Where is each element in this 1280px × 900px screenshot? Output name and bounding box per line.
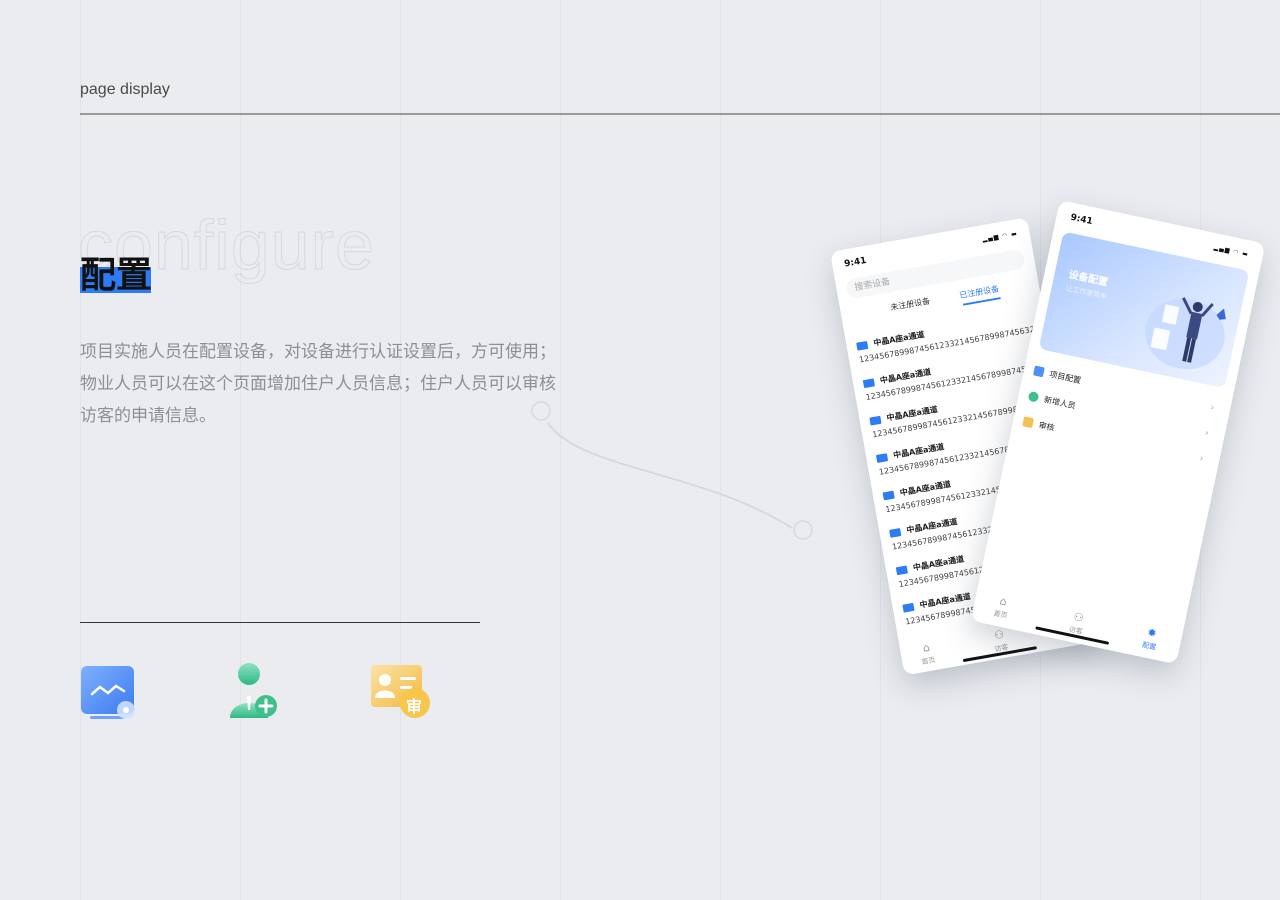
menu-item-label: 新增人员 bbox=[1043, 394, 1077, 411]
status-icons: ▂▄▆ ◠ ▬ bbox=[1213, 244, 1250, 259]
device-icon bbox=[862, 377, 875, 388]
menu-item-label: 审核 bbox=[1037, 420, 1056, 433]
review-card-icon: 审 bbox=[370, 664, 432, 722]
visitor-icon: ⚇ bbox=[1072, 610, 1085, 625]
review-badge-text: 审 bbox=[406, 697, 423, 716]
worker-illustration bbox=[1145, 297, 1226, 370]
device-icon bbox=[902, 602, 915, 613]
device-icon bbox=[856, 340, 869, 351]
home-icon: ⌂ bbox=[998, 594, 1009, 609]
section-divider bbox=[80, 622, 480, 623]
nav-home-label: 首页 bbox=[920, 655, 937, 667]
status-time: 9:41 bbox=[843, 255, 868, 270]
nav-home[interactable]: ⌂ 首页 bbox=[905, 638, 949, 670]
device-icon bbox=[895, 564, 908, 575]
device-icon bbox=[882, 490, 895, 500]
home-icon: ⌂ bbox=[921, 640, 931, 655]
config-gear-icon: ✹ bbox=[1146, 625, 1158, 641]
status-time: 9:41 bbox=[1069, 212, 1094, 228]
status-icons: ▂▄▆ ◠ ▬ bbox=[982, 230, 1019, 244]
device-config-icon bbox=[81, 666, 135, 719]
chevron-right-icon: › bbox=[1209, 402, 1216, 414]
device-icon bbox=[875, 452, 889, 463]
chevron-right-icon: › bbox=[1204, 428, 1210, 439]
bottom-nav: ⌂ 首页 ⚇ 访客 ✹ 配置 bbox=[977, 589, 1182, 651]
add-person-icon bbox=[230, 663, 277, 718]
device-icon bbox=[889, 527, 902, 538]
add-person-small-icon bbox=[1027, 390, 1040, 403]
nav-config-label: 配置 bbox=[1141, 640, 1157, 652]
nav-config[interactable]: ✹ 配置 bbox=[1129, 623, 1173, 656]
nav-home[interactable]: ⌂ 首页 bbox=[980, 591, 1024, 624]
chevron-right-icon: › bbox=[1198, 453, 1205, 465]
review-small-icon bbox=[1022, 416, 1035, 429]
nav-home-label: 首页 bbox=[992, 609, 1009, 621]
menu-item-label: 项目配置 bbox=[1048, 369, 1082, 385]
device-icon bbox=[869, 415, 882, 426]
project-config-icon bbox=[1032, 365, 1045, 378]
tab-unregistered[interactable]: 未注册设备 bbox=[890, 295, 931, 313]
